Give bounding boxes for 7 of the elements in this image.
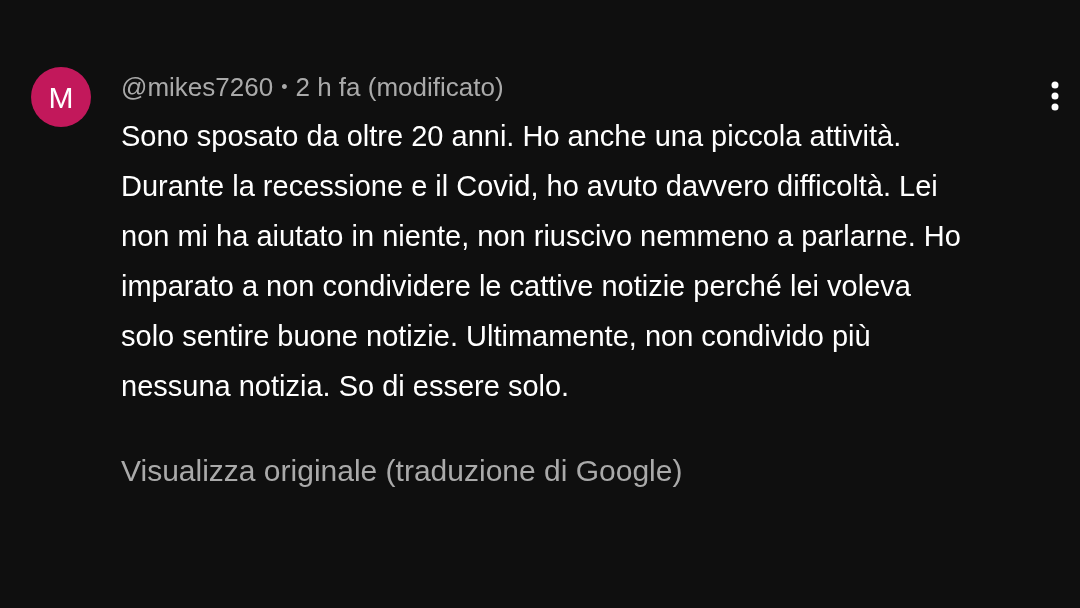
avatar[interactable]: M (31, 67, 91, 127)
comment-text: Sono sposato da oltre 20 anni. Ho anche una piccola attività. Durante la recessione e il Covid, ho avuto davvero difficoltà. Lei non mi ha aiutato in niente, non riuscivo nemmeno a parlarne. Ho imparato a non condividere le cattive notizie perché lei voleva solo sentire buone notizie. Ultimamente, non condivido più nessuna notizia. So di essere solo. (121, 119, 961, 404)
separator: • (281, 76, 288, 99)
comment-time: 2 h fa (modificato) (295, 71, 504, 104)
view-original-link[interactable]: Visualizza originale (traduzione di Google) (121, 451, 683, 491)
more-options-icon[interactable] (1050, 81, 1060, 111)
author-name[interactable]: @mikes7260 (121, 69, 274, 105)
